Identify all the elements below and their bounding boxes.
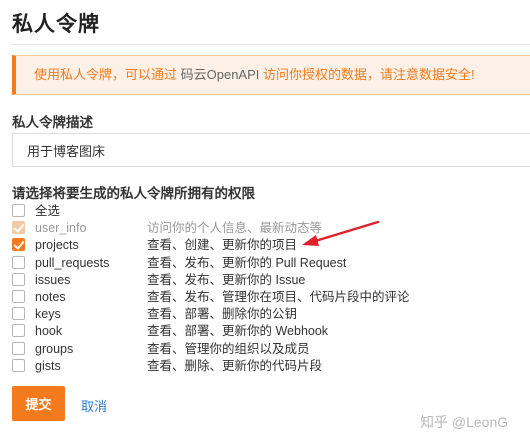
permission-row-notes[interactable]: notes 查看、发布、管理你在项目、代码片段中的评论 bbox=[12, 289, 512, 306]
submit-button[interactable]: 提交 bbox=[12, 386, 65, 421]
select-all-row[interactable]: 全选 bbox=[12, 203, 512, 220]
permission-row-hook[interactable]: hook 查看、部署、更新你的 Webhook bbox=[12, 323, 512, 340]
permission-row-groups[interactable]: groups 查看、管理你的组织以及成员 bbox=[12, 341, 512, 358]
alert-text-after: 访问你授权的数据，请注意数据安全! bbox=[259, 67, 475, 82]
permission-row-keys[interactable]: keys 查看、部署、删除你的公钥 bbox=[12, 306, 512, 323]
permission-checkbox-gists[interactable] bbox=[12, 358, 25, 372]
select-all-checkbox[interactable] bbox=[12, 204, 25, 217]
watermark: 知乎 @LeonG bbox=[420, 414, 509, 430]
permission-name: issues bbox=[35, 272, 71, 287]
description-label: 私人令牌描述 bbox=[12, 115, 93, 130]
permission-description: 查看、删除、更新你的代码片段 bbox=[147, 358, 323, 373]
permission-checkbox-user-info bbox=[12, 221, 25, 235]
permission-description: 查看、部署、删除你的公钥 bbox=[147, 307, 298, 322]
permission-description: 查看、管理你的组织以及成员 bbox=[147, 341, 310, 356]
permission-row-pull-requests[interactable]: pull_requests 查看、发布、更新你的 Pull Request bbox=[12, 255, 512, 272]
permission-name: projects bbox=[35, 238, 79, 253]
permission-checkbox-pull-requests[interactable] bbox=[12, 255, 25, 269]
permission-row-issues[interactable]: issues 查看、发布、更新你的 Issue bbox=[12, 272, 512, 289]
permission-row-user-info[interactable]: user_info 访问你的个人信息、最新动态等 bbox=[12, 220, 512, 237]
permission-name: user_info bbox=[35, 221, 87, 236]
permission-checkbox-groups[interactable] bbox=[12, 341, 25, 355]
permissions-label: 请选择将要生成的私人令牌所拥有的权限 bbox=[12, 186, 255, 201]
permissions-list: 全选 user_info 访问你的个人信息、最新动态等 projects 查看、创建、… bbox=[12, 203, 512, 375]
description-input[interactable] bbox=[12, 133, 530, 167]
permission-description: 查看、部署、更新你的 Webhook bbox=[147, 324, 329, 339]
permission-name: keys bbox=[35, 307, 61, 322]
permission-name: hook bbox=[35, 324, 63, 339]
alert-text-before: 使用私人令牌，可以通过 bbox=[34, 67, 181, 82]
select-all-label: 全选 bbox=[35, 204, 61, 218]
permission-checkbox-issues[interactable] bbox=[12, 272, 25, 286]
permission-description: 查看、发布、更新你的 Pull Request bbox=[147, 255, 347, 270]
permission-description: 查看、创建、更新你的项目 bbox=[147, 238, 298, 253]
permission-row-gists[interactable]: gists 查看、删除、更新你的代码片段 bbox=[12, 358, 512, 375]
annotation-arrow-icon bbox=[302, 220, 380, 246]
permission-name: gists bbox=[35, 358, 61, 373]
permission-checkbox-hook[interactable] bbox=[12, 324, 25, 338]
permission-checkbox-notes[interactable] bbox=[12, 289, 25, 303]
permission-checkbox-projects[interactable] bbox=[12, 238, 25, 252]
cancel-link[interactable]: 取消 bbox=[81, 396, 107, 415]
permission-description: 访问你的个人信息、最新动态等 bbox=[147, 221, 323, 236]
permission-name: pull_requests bbox=[35, 255, 110, 270]
permission-description: 查看、发布、管理你在项目、代码片段中的评论 bbox=[147, 289, 410, 304]
alert-highlight: 码云OpenAPI bbox=[180, 67, 260, 82]
permission-row-projects[interactable]: projects 查看、创建、更新你的项目 bbox=[12, 237, 512, 254]
permission-description: 查看、发布、更新你的 Issue bbox=[147, 272, 306, 287]
permission-checkbox-keys[interactable] bbox=[12, 307, 25, 321]
permission-name: groups bbox=[35, 341, 74, 356]
security-alert: 使用私人令牌，可以通过 码云OpenAPI 访问你授权的数据，请注意数据安全! bbox=[12, 55, 530, 95]
divider bbox=[12, 44, 530, 45]
permission-name: notes bbox=[35, 289, 66, 304]
page-title: 私人令牌 bbox=[12, 13, 100, 36]
